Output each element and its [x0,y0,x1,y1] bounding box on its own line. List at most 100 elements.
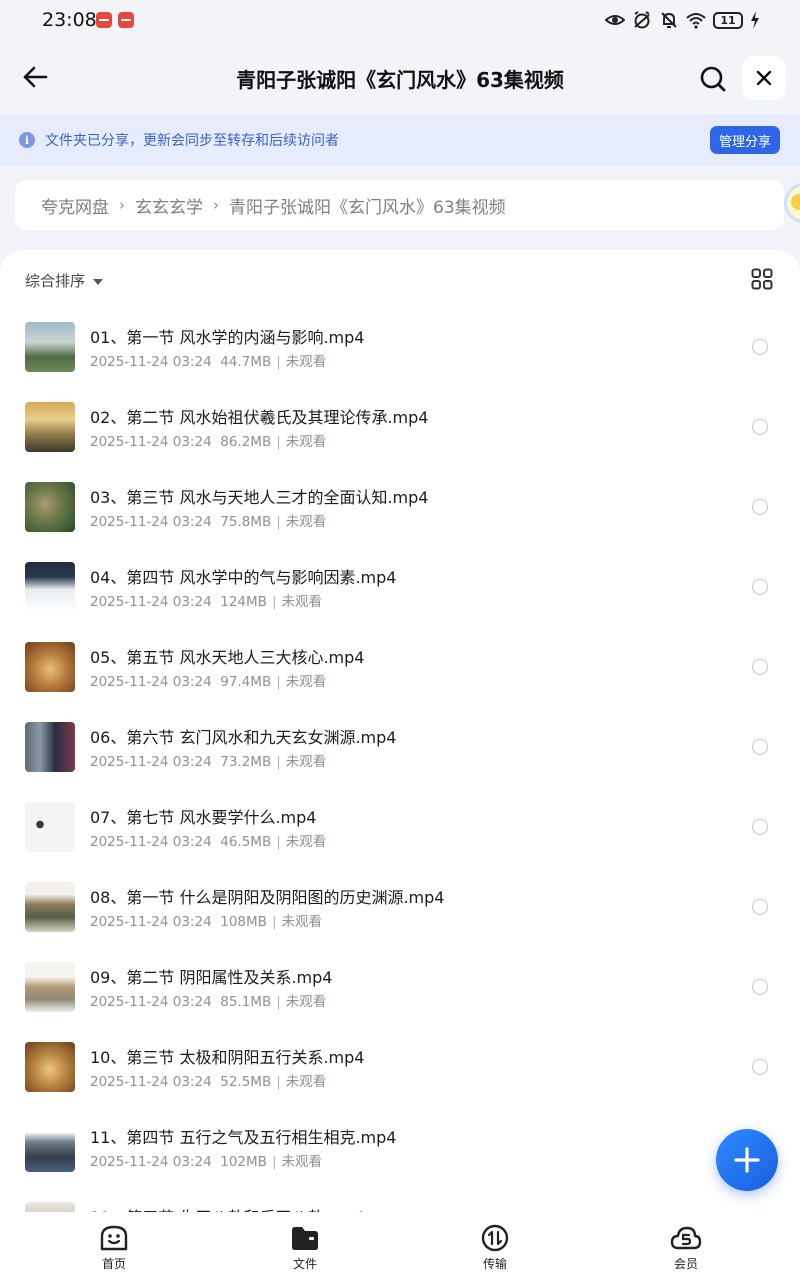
back-arrow-icon [23,66,48,88]
add-button[interactable] [716,1129,778,1191]
share-banner: i 文件夹已分享，更新会同步至转存和后续访问者 管理分享 [0,114,800,166]
nav-label: 会员 [673,1257,698,1271]
manage-share-button[interactable]: 管理分享 [710,126,780,154]
select-radio[interactable] [752,979,768,995]
status-time: 23:08 [42,9,97,31]
file-meta: 2025-11-24 03:24 124MB | 未观看 [90,594,322,610]
chevron-right-icon: › [119,196,125,214]
nav-label: 文件 [292,1257,317,1271]
cloud-member-icon [670,1226,702,1250]
file-name: 06、第六节 玄门风水和九天玄女渊源.mp4 [90,728,397,747]
back-button[interactable] [18,60,52,94]
nav-item-member[interactable]: 会员 [646,1224,726,1272]
file-name: 11、第四节 五行之气及五行相生相克.mp4 [90,1128,397,1147]
transfer-icon [481,1224,509,1252]
video-thumbnail [25,802,75,852]
home-face-icon [100,1225,128,1251]
video-thumbnail [25,722,75,772]
nav-item-files[interactable]: 文件 [265,1224,345,1272]
eye-icon [605,15,625,25]
page-title: 青阳子张诚阳《玄门风水》63集视频 [236,68,564,92]
alarm-icon [634,11,650,29]
select-radio[interactable] [752,579,768,595]
file-row[interactable]: 03、第三节 风水与天地人三才的全面认知.mp4 2025-11-24 03:2… [0,471,800,551]
breadcrumb-item[interactable]: 夸克网盘 [41,193,109,218]
file-name: 03、第三节 风水与天地人三才的全面认知.mp4 [90,488,429,507]
file-meta: 2025-11-24 03:24 102MB | 未观看 [90,1154,322,1170]
info-icon: i [19,132,35,148]
file-row[interactable]: 05、第五节 风水天地人三大核心.mp4 2025-11-24 03:24 97… [0,631,800,711]
select-radio[interactable] [752,819,768,835]
file-meta: 2025-11-24 03:24 73.2MB | 未观看 [90,754,327,770]
battery-icon: 11 [713,11,743,29]
video-thumbnail [25,1042,75,1092]
video-thumbnail [25,882,75,932]
video-thumbnail [25,402,75,452]
video-thumbnail [25,1122,75,1172]
file-meta: 2025-11-24 03:24 75.8MB | 未观看 [90,514,327,530]
caret-down-icon [93,278,104,285]
charging-icon [751,11,759,29]
breadcrumb: 夸克网盘 › 玄玄玄学 › 青阳子张诚阳《玄门风水》63集视频 [15,180,784,230]
grid-view-icon[interactable] [751,268,773,290]
nav-label: 首页 [101,1257,126,1271]
file-row[interactable]: 04、第四节 风水学中的气与影响因素.mp4 2025-11-24 03:24 … [0,551,800,631]
video-thumbnail [25,642,75,692]
file-meta: 2025-11-24 03:24 97.4MB | 未观看 [90,674,327,690]
file-row[interactable]: 02、第二节 风水始祖伏羲氏及其理论传承.mp4 2025-11-24 03:2… [0,391,800,471]
file-meta: 2025-11-24 03:24 44.7MB | 未观看 [90,354,327,370]
bottom-nav: 首页 文件 传输 会员 [0,1212,800,1280]
file-name: 02、第二节 风水始祖伏羲氏及其理论传承.mp4 [90,408,429,427]
video-thumbnail [25,1202,75,1212]
video-thumbnail [25,322,75,372]
sort-dropdown[interactable]: 综合排序 [25,270,104,291]
file-meta: 2025-11-24 03:24 52.5MB | 未观看 [90,1074,327,1090]
file-name: 10、第三节 太极和阴阳五行关系.mp4 [90,1048,365,1067]
file-row[interactable]: 09、第二节 阴阳属性及关系.mp4 2025-11-24 03:24 85.1… [0,951,800,1031]
file-meta: 2025-11-24 03:24 46.5MB | 未观看 [90,834,327,850]
close-button[interactable] [742,56,786,100]
file-name: 01、第一节 风水学的内涵与影响.mp4 [90,328,365,347]
video-thumbnail [25,562,75,612]
search-icon [700,66,726,92]
file-name: 08、第一节 什么是阴阳及阴阳图的历史渊源.mp4 [90,888,445,907]
breadcrumb-item[interactable]: 玄玄玄学 [135,193,203,218]
file-row[interactable]: 10、第三节 太极和阴阳五行关系.mp4 2025-11-24 03:24 52… [0,1031,800,1111]
file-row[interactable]: 12、第五节 先天八卦和后天八卦.mp4 [0,1191,800,1212]
nav-item-transfer[interactable]: 传输 [455,1224,535,1272]
select-radio[interactable] [752,419,768,435]
status-bar: 23:08 11 [0,0,800,42]
file-name: 09、第二节 阴阳属性及关系.mp4 [90,968,333,987]
file-row[interactable]: 01、第一节 风水学的内涵与影响.mp4 2025-11-24 03:24 44… [0,311,800,391]
nav-item-home[interactable]: 首页 [74,1224,154,1272]
wifi-icon [686,13,706,29]
chevron-right-icon: › [213,196,219,214]
file-row[interactable]: 06、第六节 玄门风水和九天玄女渊源.mp4 2025-11-24 03:24 … [0,711,800,791]
notification-app-icon [96,12,112,28]
search-button[interactable] [696,62,730,96]
select-radio[interactable] [752,739,768,755]
select-radio[interactable] [752,499,768,515]
plus-icon [734,1147,760,1173]
file-name: 07、第七节 风水要学什么.mp4 [90,808,317,827]
file-name: 12、第五节 先天八卦和后天八卦.mp4 [90,1204,364,1212]
floating-assistant-bubble[interactable] [784,183,800,223]
select-radio[interactable] [752,1059,768,1075]
notification-app-icon [118,12,134,28]
nav-label: 传输 [482,1257,507,1271]
select-radio[interactable] [752,339,768,355]
breadcrumb-item-current: 青阳子张诚阳《玄门风水》63集视频 [229,197,506,218]
folder-icon [292,1227,318,1250]
file-name: 04、第四节 风水学中的气与影响因素.mp4 [90,568,397,587]
share-notice-text: 文件夹已分享，更新会同步至转存和后续访问者 [45,133,339,149]
file-row[interactable]: 11、第四节 五行之气及五行相生相克.mp4 2025-11-24 03:24 … [0,1111,800,1191]
select-radio[interactable] [752,899,768,915]
sort-label: 综合排序 [25,272,86,290]
file-list-panel: 综合排序 01、第一节 风水学的内涵与影响.mp4 2025-11-24 03:… [0,250,800,1212]
file-meta: 2025-11-24 03:24 86.2MB | 未观看 [90,434,327,450]
video-thumbnail [25,482,75,532]
file-row[interactable]: 07、第七节 风水要学什么.mp4 2025-11-24 03:24 46.5M… [0,791,800,871]
file-meta: 2025-11-24 03:24 108MB | 未观看 [90,914,322,930]
select-radio[interactable] [752,659,768,675]
file-row[interactable]: 08、第一节 什么是阴阳及阴阳图的历史渊源.mp4 2025-11-24 03:… [0,871,800,951]
